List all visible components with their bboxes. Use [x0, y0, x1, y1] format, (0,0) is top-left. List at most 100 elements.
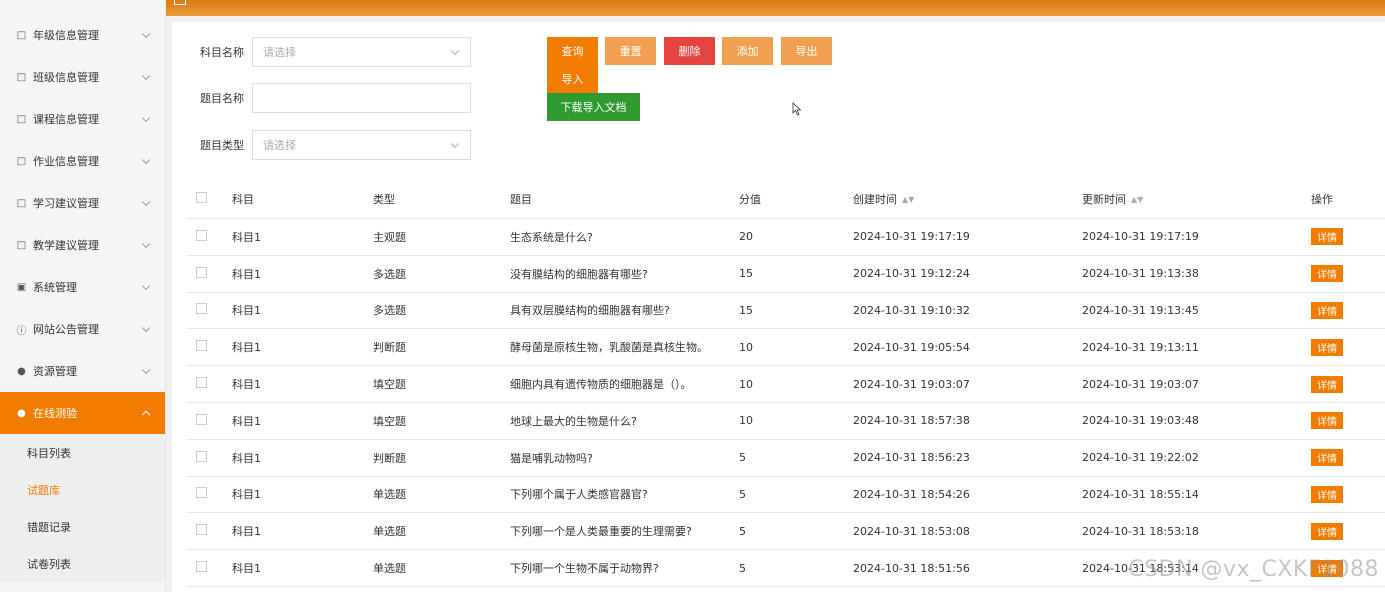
- row-type: 判断题: [373, 451, 406, 465]
- sidebar-item-grade[interactable]: □ 年级信息管理: [0, 14, 165, 56]
- detail-button[interactable]: 详情: [1311, 265, 1343, 283]
- header-updated-label: 更新时间: [1082, 192, 1126, 206]
- table-row[interactable]: 科目1 填空题 地球上最大的生物是什么? 10 2024-10-31 18:57:38 2…: [187, 403, 1385, 440]
- sidebar-item-notice[interactable]: ⓘ 网站公告管理: [0, 308, 165, 350]
- sidebar-subitem-wrong-records[interactable]: 错题记录: [0, 508, 165, 545]
- mouse-cursor-icon: [792, 102, 802, 116]
- export-button[interactable]: 导出: [781, 37, 832, 65]
- sidebar-item-online-test[interactable]: ● 在线测验: [0, 392, 165, 434]
- row-type: 多选题: [373, 267, 406, 281]
- sort-icon[interactable]: ▲▼: [1131, 195, 1143, 204]
- row-checkbox[interactable]: [196, 561, 207, 573]
- row-type: 填空题: [373, 378, 406, 392]
- detail-button[interactable]: 详情: [1311, 301, 1343, 319]
- sidebar-subitem-subject-list[interactable]: 科目列表: [0, 434, 165, 471]
- import-button[interactable]: 导入: [547, 65, 598, 93]
- table-row[interactable]: 科目1 主观题 生态系统是什么? 20 2024-10-31 19:17:19 2024-…: [187, 219, 1385, 256]
- header-updated[interactable]: 更新时间 ▲▼: [1082, 191, 1311, 207]
- row-checkbox[interactable]: [196, 524, 207, 536]
- select-all-checkbox[interactable]: [196, 191, 207, 203]
- row-checkbox[interactable]: [196, 229, 207, 241]
- row-select-cell: [187, 413, 232, 428]
- sidebar-item-study-advice[interactable]: □ 学习建议管理: [0, 182, 165, 224]
- row-select-cell: [187, 303, 232, 317]
- query-button[interactable]: 查询: [547, 37, 598, 65]
- doc-icon: □: [16, 29, 27, 41]
- row-updated: 2024-10-31 19:13:11: [1082, 340, 1199, 354]
- row-updated: 2024-10-31 18:53:18: [1082, 524, 1199, 538]
- table-row[interactable]: 科目1 判断题 酵母菌是原核生物，乳酸菌是真核生物。 10 2024-10-31 19:…: [187, 329, 1385, 367]
- sidebar-item-system[interactable]: ▣ 系统管理: [0, 266, 165, 308]
- detail-button[interactable]: 详情: [1311, 375, 1343, 393]
- watermark-text: CSDN @vx_CXKF1088: [1128, 557, 1379, 582]
- table-row[interactable]: 科目1 单选题 下列哪一个是人类最重要的生理需要? 5 2024-10-31 18:53…: [187, 513, 1385, 551]
- row-checkbox[interactable]: [196, 340, 207, 352]
- row-created: 2024-10-31 19:03:07: [853, 377, 970, 391]
- doc-icon: □: [16, 113, 27, 125]
- table-row[interactable]: 科目1 多选题 没有膜结构的细胞器有哪些? 15 2024-10-31 19:12:24…: [187, 256, 1385, 293]
- menu-icon[interactable]: [174, 0, 186, 5]
- sidebar-item-label: 班级信息管理: [33, 71, 99, 84]
- row-checkbox[interactable]: [196, 450, 207, 462]
- header-created[interactable]: 创建时间 ▲▼: [853, 191, 1082, 207]
- table-row[interactable]: 科目1 多选题 具有双层膜结构的细胞器有哪些? 15 2024-10-31 19:10:…: [187, 293, 1385, 330]
- question-input[interactable]: [252, 83, 471, 113]
- delete-button[interactable]: 删除: [664, 37, 715, 65]
- chevron-up-icon: [141, 410, 151, 420]
- detail-button[interactable]: 详情: [1311, 338, 1343, 356]
- row-title: 具有双层膜结构的细胞器有哪些?: [510, 304, 670, 318]
- row-score: 15: [739, 267, 753, 281]
- row-ops: 详情: [1311, 412, 1385, 430]
- sidebar: □ 年级信息管理 □ 班级信息管理 □ 课程信息管理 □ 作业信息管理 □ 学习…: [0, 0, 166, 592]
- row-created: 2024-10-31 18:51:56: [853, 561, 970, 575]
- sidebar-item-course[interactable]: □ 课程信息管理: [0, 98, 165, 140]
- table-row[interactable]: 科目1 判断题 猫是哺乳动物吗? 5 2024-10-31 18:56:23 2024-1…: [187, 440, 1385, 477]
- sort-icon[interactable]: ▲▼: [902, 195, 914, 204]
- row-checkbox[interactable]: [196, 303, 207, 315]
- pin-icon: ●: [17, 407, 26, 419]
- row-subject: 科目1: [232, 451, 261, 465]
- sidebar-item-resource[interactable]: ● 资源管理: [0, 350, 165, 392]
- reset-button[interactable]: 重置: [605, 37, 656, 65]
- chevron-down-icon: [141, 365, 151, 375]
- detail-button[interactable]: 详情: [1311, 412, 1343, 430]
- select-all-cell: [187, 191, 232, 206]
- detail-button[interactable]: 详情: [1311, 449, 1343, 467]
- row-select-cell: [187, 266, 232, 281]
- table-row[interactable]: 科目1 填空题 细胞内具有遗传物质的细胞器是（）。 10 2024-10-31 19:0…: [187, 366, 1385, 403]
- row-checkbox[interactable]: [196, 487, 207, 499]
- row-type: 单选题: [373, 562, 406, 576]
- subject-filter: 科目名称 请选择: [172, 37, 471, 67]
- sidebar-item-label: 系统管理: [33, 281, 77, 294]
- row-select-cell: [187, 561, 232, 575]
- row-ops: 详情: [1311, 265, 1385, 283]
- sidebar-subitem-question-bank[interactable]: 试题库: [0, 471, 165, 508]
- row-subject: 科目1: [232, 378, 261, 392]
- row-title: 下列哪个属于人类感官器官?: [510, 488, 648, 502]
- download-template-button[interactable]: 下载导入文档: [547, 93, 640, 121]
- subject-select[interactable]: 请选择: [252, 37, 471, 67]
- chevron-down-icon: [141, 281, 151, 291]
- sidebar-item-teaching-advice[interactable]: □ 教学建议管理: [0, 224, 165, 266]
- sidebar-item-label: 学习建议管理: [33, 197, 99, 210]
- detail-button[interactable]: 详情: [1311, 522, 1343, 540]
- table-row[interactable]: 科目1 单选题 下列哪个属于人类感官器官? 5 2024-10-31 18:54:26 2…: [187, 477, 1385, 514]
- sidebar-item-homework[interactable]: □ 作业信息管理: [0, 140, 165, 182]
- row-checkbox[interactable]: [196, 266, 207, 278]
- row-checkbox[interactable]: [196, 377, 207, 389]
- row-created: 2024-10-31 19:10:32: [853, 303, 970, 317]
- row-score: 5: [739, 524, 746, 538]
- type-select[interactable]: 请选择: [252, 130, 471, 160]
- add-button[interactable]: 添加: [722, 37, 773, 65]
- row-updated: 2024-10-31 19:13:45: [1082, 303, 1199, 317]
- row-subject: 科目1: [232, 230, 261, 244]
- row-type: 多选题: [373, 304, 406, 318]
- sidebar-subitem-paper-list[interactable]: 试卷列表: [0, 545, 165, 582]
- row-type: 单选题: [373, 525, 406, 539]
- header-created-label: 创建时间: [853, 192, 897, 206]
- detail-button[interactable]: 详情: [1311, 228, 1343, 246]
- row-select-cell: [187, 487, 232, 501]
- row-checkbox[interactable]: [196, 413, 207, 425]
- sidebar-item-class[interactable]: □ 班级信息管理: [0, 56, 165, 98]
- detail-button[interactable]: 详情: [1311, 485, 1343, 503]
